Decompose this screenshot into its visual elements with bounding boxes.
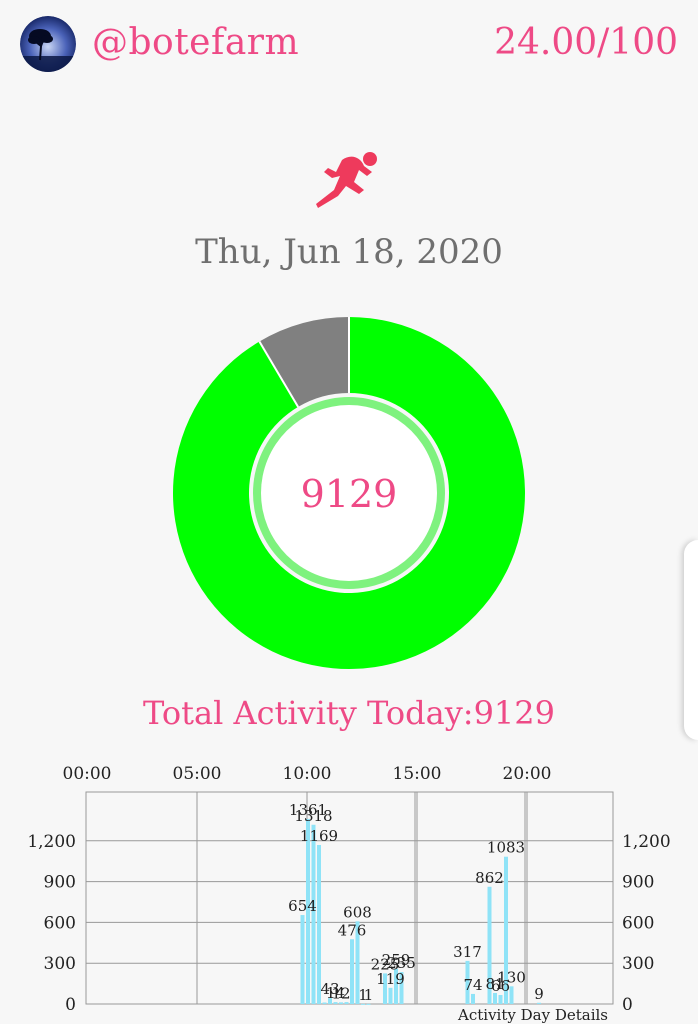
chart-bar [339,1002,343,1004]
username-handle[interactable]: @botefarm [92,22,299,63]
chart-bar [509,986,514,1004]
chart-data-label: 654 [288,897,317,915]
chart-data-label: 235 [387,954,416,972]
running-man-icon [312,148,384,210]
chart-data-label: 476 [338,921,367,939]
avatar-tree-image [20,16,76,72]
chart-data-label: 608 [343,903,372,921]
chart-x-tick-top: 05:00 [173,764,222,784]
chart-data-label: 1083 [487,839,525,857]
chart-grid [85,791,614,1005]
activity-date: Thu, Jun 18, 2020 [195,232,503,272]
chart-x-tick-top: 10:00 [283,764,332,784]
chart-bar [361,1003,365,1005]
chart-x-tick-top: 20:00 [503,764,552,784]
chart-y-tick-right: 600 [622,913,654,933]
chart-data-label: 74 [463,976,482,994]
chart-bar [344,1002,349,1004]
chart-bar [498,995,503,1004]
chart-data-label: 317 [453,943,482,961]
chart-x-tick-top: 00:00 [63,764,112,784]
avatar[interactable] [20,16,76,72]
chart-data-label: 119 [376,970,405,988]
chart-y-tick-right: 900 [622,873,654,893]
chart-bar [366,1003,371,1005]
chart-y-tick-right: 0 [622,995,633,1015]
edge-panel-handle[interactable] [684,540,698,740]
total-activity-label: Total Activity Today:9129 [143,694,555,732]
score-readout: 24.00/100 [494,22,678,63]
chart-data-label: 862 [475,869,504,887]
chart-data-label: 12 [331,984,350,1002]
chart-data-label: 1318 [294,807,332,825]
chart-y-tick-left: 900 [44,873,76,893]
chart-data-label: 9 [534,985,544,1003]
chart-y-tick-right: 300 [622,954,654,974]
chart-bar [350,939,354,1004]
chart-data-label: 1169 [300,827,338,845]
chart-bar [471,993,475,1004]
header-bar: @botefarm 24.00/100 [0,0,698,90]
donut-center-value: 9129 [300,472,398,516]
chart-x-axis-label: Activity Day Details [457,1006,608,1024]
chart-bar [322,1002,327,1004]
chart-y-tick-left: 1,200 [27,832,76,852]
chart-y-tick-left: 600 [44,913,76,933]
chart-y-tick-right: 1,200 [622,832,671,852]
chart-bar [333,1002,338,1004]
chart-y-tick-left: 300 [44,954,76,974]
chart-data-label: 1 [364,986,374,1004]
chart-bar [537,1002,541,1004]
chart-y-tick-left: 0 [65,995,76,1015]
chart-data-label: 130 [497,968,526,986]
chart-bar [388,987,393,1004]
chart-bar [300,915,305,1004]
chart-tick-labels: 0 0 300 300 600 600 900 900 1,200 1,200 00:00 05:00… [27,764,670,1015]
chart-frame [85,791,614,1005]
activity-bar-chart: 6541361131811694314124766081122511925923… [27,764,670,1024]
chart-x-tick-top: 15:00 [393,764,442,784]
